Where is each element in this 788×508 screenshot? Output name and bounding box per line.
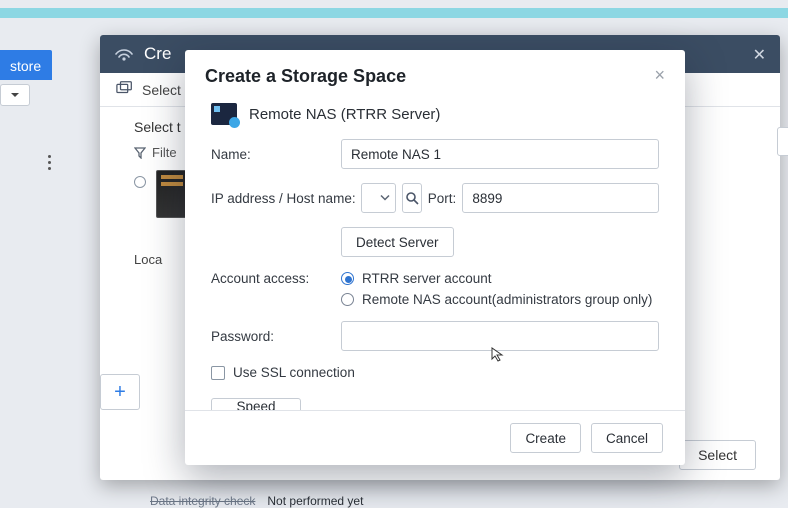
- sidebar-dropdown[interactable]: [0, 84, 30, 106]
- port-input[interactable]: [462, 183, 659, 213]
- row-account: Account access: RTRR server account Remo…: [211, 271, 659, 307]
- modal-form: Name: IP address / Host name: Port:: [185, 139, 685, 410]
- label-name: Name:: [211, 147, 341, 162]
- add-storage-button[interactable]: +: [100, 374, 140, 410]
- parent-window-close-icon[interactable]: ✕: [753, 45, 766, 65]
- row-speed-test: Speed Test: [211, 398, 659, 410]
- toolbar-select-label: Select: [142, 82, 181, 98]
- search-ip-button[interactable]: [402, 183, 422, 213]
- funnel-icon: [134, 147, 146, 159]
- label-account: Account access:: [211, 271, 341, 286]
- modal-title: Create a Storage Space: [205, 66, 406, 87]
- search-icon: [405, 191, 419, 205]
- radio-unselected-icon[interactable]: [134, 176, 146, 188]
- integrity-status-line: Data integrity check Not performed yet: [150, 494, 363, 508]
- modal-subheading: Remote NAS (RTRR Server): [185, 97, 685, 125]
- parent-select-button[interactable]: Select: [679, 440, 756, 470]
- integrity-label: Data integrity check: [150, 494, 255, 508]
- integrity-value: Not performed yet: [267, 494, 363, 508]
- filter-label: Filte: [152, 145, 177, 160]
- row-ssl[interactable]: Use SSL connection: [211, 365, 659, 380]
- radio-remote-label: Remote NAS account(administrators group …: [362, 292, 652, 307]
- wifi-icon: [114, 46, 134, 62]
- detect-server-button[interactable]: Detect Server: [341, 227, 454, 257]
- create-button[interactable]: Create: [510, 423, 581, 453]
- ip-input[interactable]: [361, 183, 396, 213]
- radio-rtrr-account[interactable]: RTRR server account: [341, 271, 659, 286]
- create-storage-modal: Create a Storage Space × Remote NAS (RTR…: [185, 50, 685, 465]
- kebab-menu-icon[interactable]: [48, 155, 51, 170]
- sidebar-store-button[interactable]: store: [0, 50, 52, 80]
- label-password: Password:: [211, 329, 341, 344]
- row-password: Password:: [211, 321, 659, 351]
- folders-fragment-button[interactable]: ders: [777, 127, 788, 156]
- nas-heading: Remote NAS (RTRR Server): [249, 106, 440, 123]
- modal-header: Create a Storage Space ×: [185, 50, 685, 97]
- label-ip: IP address / Host name:: [211, 191, 361, 206]
- radio-rtrr-label: RTRR server account: [362, 271, 492, 286]
- remote-nas-icon: [211, 103, 237, 125]
- speed-test-button[interactable]: Speed Test: [211, 398, 301, 410]
- caret-down-icon: [10, 90, 20, 100]
- row-detect: Detect Server: [211, 227, 659, 257]
- modal-footer: Create Cancel: [185, 410, 685, 465]
- left-sidebar-fragment: store: [0, 50, 52, 120]
- ip-combobox[interactable]: [361, 183, 396, 213]
- radio-selected-icon: [341, 272, 354, 285]
- row-name: Name:: [211, 139, 659, 169]
- label-ssl: Use SSL connection: [233, 365, 355, 380]
- folders-stack-icon: [116, 80, 134, 99]
- row-ip: IP address / Host name: Port:: [211, 183, 659, 213]
- password-input[interactable]: [341, 321, 659, 351]
- name-input[interactable]: [341, 139, 659, 169]
- radio-unselected-icon: [341, 293, 354, 306]
- radio-remote-account[interactable]: Remote NAS account(administrators group …: [341, 292, 659, 307]
- cancel-button[interactable]: Cancel: [591, 423, 663, 453]
- modal-close-icon[interactable]: ×: [654, 66, 665, 84]
- background-top-stripe: [0, 8, 788, 18]
- parent-window-title: Cre: [144, 44, 171, 64]
- checkbox-unchecked-icon[interactable]: [211, 366, 225, 380]
- nas-device-thumbnail: [156, 170, 188, 218]
- label-port: Port:: [428, 191, 457, 206]
